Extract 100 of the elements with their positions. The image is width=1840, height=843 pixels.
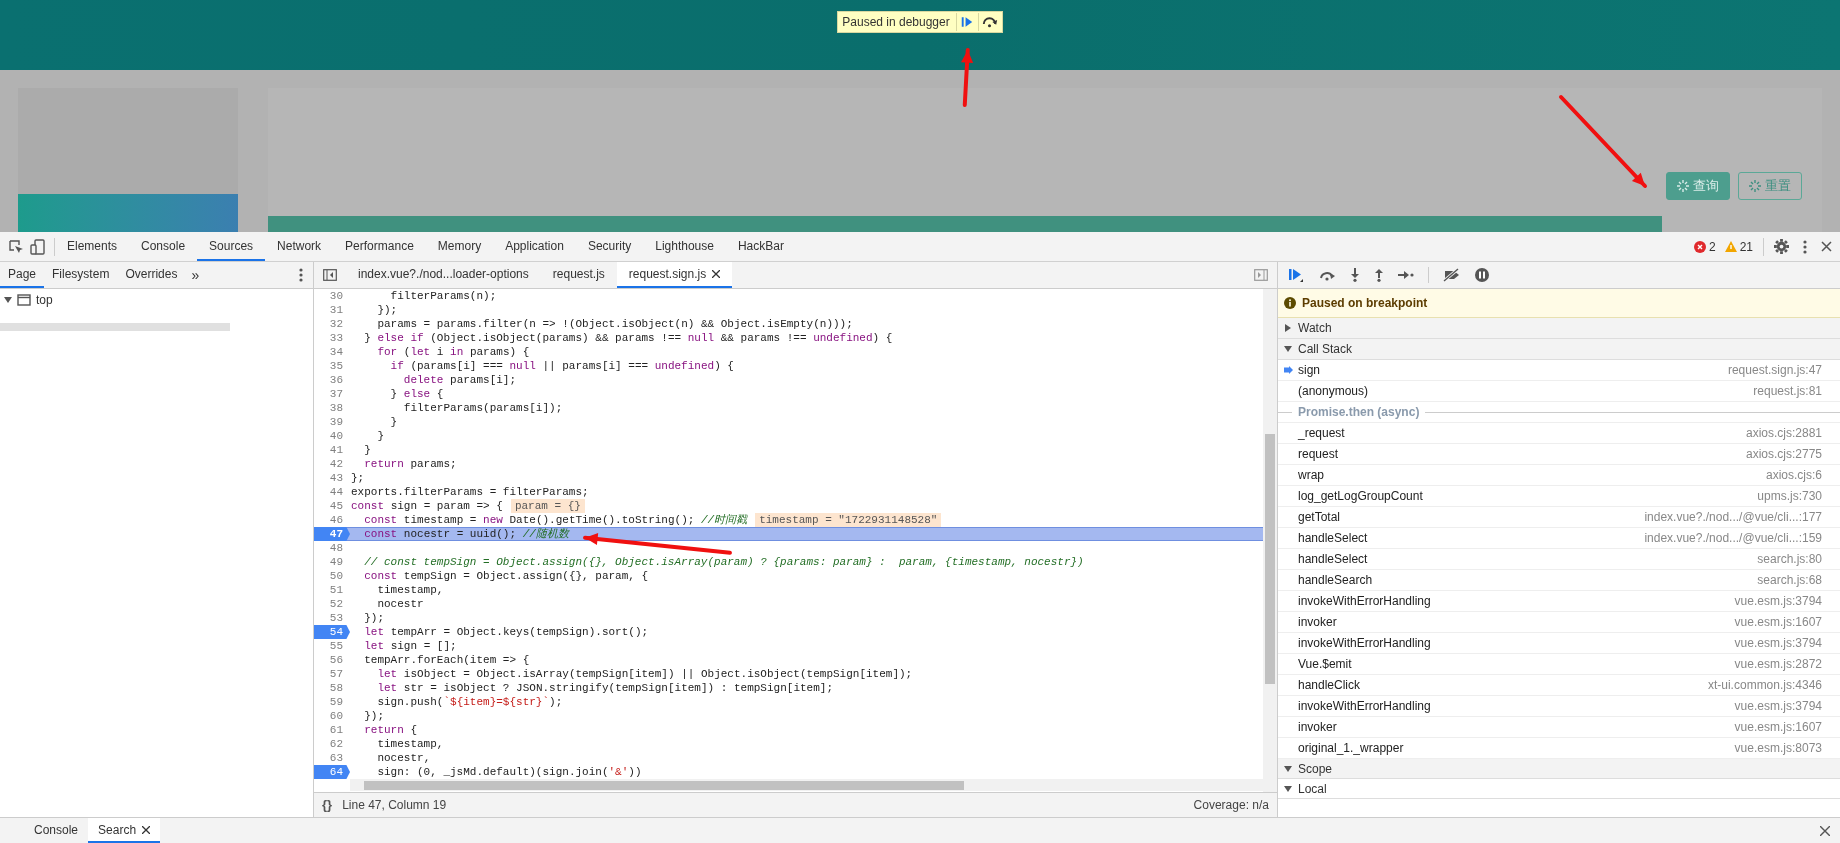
call-frame[interactable]: handleSelect search.js:80 xyxy=(1278,549,1840,570)
line-number[interactable]: 51 xyxy=(314,583,350,597)
form-button[interactable]: 查询 xyxy=(1666,172,1730,200)
line-number[interactable]: 49 xyxy=(314,555,350,569)
frame-location[interactable]: vue.esm.js:3794 xyxy=(1734,634,1822,652)
line-number[interactable]: 31 xyxy=(314,303,350,317)
call-frame[interactable]: log_getLogGroupCount upms.js:730 xyxy=(1278,486,1840,507)
call-frame[interactable]: request axios.cjs:2775 xyxy=(1278,444,1840,465)
line-number[interactable]: 46 xyxy=(314,513,350,527)
devtools-tab[interactable]: Application xyxy=(493,232,576,261)
line-number[interactable]: 37 xyxy=(314,387,350,401)
frame-location[interactable]: axios.cjs:2881 xyxy=(1745,424,1822,442)
line-number[interactable]: 61 xyxy=(314,723,350,737)
line-number[interactable]: 34 xyxy=(314,345,350,359)
inspect-icon[interactable] xyxy=(8,238,24,255)
settings-icon[interactable] xyxy=(1774,239,1789,254)
file-tab[interactable]: request.sign.js xyxy=(616,262,733,288)
resume-icon[interactable] xyxy=(1288,268,1304,282)
expanded-triangle-icon[interactable] xyxy=(1284,345,1292,353)
line-number[interactable]: 36 xyxy=(314,373,350,387)
line-number[interactable]: 38 xyxy=(314,401,350,415)
close-icon[interactable] xyxy=(142,825,151,834)
devtools-tab[interactable]: Performance xyxy=(333,232,426,261)
breakpoint-line-number[interactable]: 47 xyxy=(314,527,350,541)
devtools-tab[interactable]: Memory xyxy=(425,232,494,261)
line-number[interactable]: 35 xyxy=(314,359,350,373)
line-number[interactable]: 43 xyxy=(314,471,350,485)
line-number[interactable]: 57 xyxy=(314,667,350,681)
breakpoint-line-number[interactable]: 54 xyxy=(314,625,350,639)
call-frame[interactable]: sign request.sign.js:47 xyxy=(1278,360,1840,381)
more-options-icon[interactable] xyxy=(1803,239,1807,254)
navigator-tab[interactable]: Overrides xyxy=(117,262,186,288)
devtools-tab[interactable]: Elements xyxy=(55,232,130,261)
navigator-tab[interactable]: Filesystem xyxy=(44,262,118,288)
step-out-icon[interactable] xyxy=(1374,268,1384,282)
more-options-icon[interactable] xyxy=(299,268,303,282)
pause-on-exceptions-icon[interactable] xyxy=(1475,268,1489,282)
line-number[interactable]: 50 xyxy=(314,569,350,583)
call-frame[interactable]: invokeWithErrorHandling vue.esm.js:3794 xyxy=(1278,591,1840,612)
section-header[interactable]: Watch xyxy=(1278,318,1840,339)
line-number[interactable]: 52 xyxy=(314,597,350,611)
call-frame[interactable]: (anonymous) request.js:81 xyxy=(1278,381,1840,402)
pretty-print-button[interactable]: {} xyxy=(322,795,333,815)
vertical-scrollbar-thumb[interactable] xyxy=(1265,434,1275,684)
frame-location[interactable]: vue.esm.js:3794 xyxy=(1734,697,1822,715)
call-frame[interactable]: invoker vue.esm.js:1607 xyxy=(1278,612,1840,633)
frame-location[interactable]: search.js:68 xyxy=(1757,571,1822,589)
tree-item[interactable]: top xyxy=(0,289,313,311)
device-toolbar-icon[interactable] xyxy=(30,238,46,255)
line-number[interactable]: 42 xyxy=(314,457,350,471)
frame-location[interactable]: vue.esm.js:2872 xyxy=(1734,655,1822,673)
line-number[interactable]: 40 xyxy=(314,429,350,443)
section-header[interactable]: Call Stack xyxy=(1278,339,1840,360)
devtools-tab[interactable]: Console xyxy=(129,232,198,261)
line-number[interactable]: 56 xyxy=(314,653,350,667)
drawer-tab[interactable]: Console xyxy=(24,818,89,843)
call-frame[interactable]: wrap axios.cjs:6 xyxy=(1278,465,1840,486)
more-tabs-button[interactable]: » xyxy=(185,264,206,286)
frame-location[interactable]: request.sign.js:47 xyxy=(1727,361,1822,379)
line-number[interactable]: 60 xyxy=(314,709,350,723)
deactivate-breakpoints-icon[interactable] xyxy=(1443,268,1461,282)
line-number[interactable]: 48 xyxy=(314,541,350,555)
horizontal-scrollbar-thumb[interactable] xyxy=(364,780,964,790)
call-frame[interactable]: handleClick xt-ui.common.js:4346 xyxy=(1278,675,1840,696)
frame-location[interactable]: xt-ui.common.js:4346 xyxy=(1707,676,1822,694)
call-frame[interactable]: _request axios.cjs:2881 xyxy=(1278,423,1840,444)
frame-location[interactable]: axios.cjs:2775 xyxy=(1745,445,1822,463)
frame-location[interactable]: vue.esm.js:1607 xyxy=(1734,613,1822,631)
drawer-tab[interactable]: Search xyxy=(88,818,161,843)
collapsed-triangle-icon[interactable] xyxy=(1284,324,1292,332)
call-frame[interactable]: handleSelect index.vue?./nod.../@vue/cli...:159 xyxy=(1278,528,1840,549)
call-frame[interactable]: invokeWithErrorHandling vue.esm.js:3794 xyxy=(1278,696,1840,717)
frame-location[interactable]: vue.esm.js:3794 xyxy=(1734,592,1822,610)
frame-location[interactable]: request.js:81 xyxy=(1753,382,1822,400)
line-number[interactable]: 63 xyxy=(314,751,350,765)
step-over-icon[interactable] xyxy=(1318,269,1336,281)
frame-location[interactable]: index.vue?./nod.../@vue/cli...:159 xyxy=(1644,529,1822,547)
call-frame[interactable]: handleSearch search.js:68 xyxy=(1278,570,1840,591)
call-frame[interactable]: invoker vue.esm.js:1607 xyxy=(1278,717,1840,738)
line-number[interactable]: 53 xyxy=(314,611,350,625)
frame-location[interactable]: upms.js:730 xyxy=(1757,487,1822,505)
line-number[interactable]: 41 xyxy=(314,443,350,457)
step-over-icon[interactable] xyxy=(977,13,1000,31)
frame-location[interactable]: axios.cjs:6 xyxy=(1765,466,1822,484)
line-number[interactable]: 55 xyxy=(314,639,350,653)
file-tab[interactable]: index.vue?./nod...loader-options xyxy=(346,262,541,288)
line-number[interactable]: 59 xyxy=(314,695,350,709)
expanded-triangle-icon[interactable] xyxy=(4,296,12,304)
line-number[interactable]: 58 xyxy=(314,681,350,695)
devtools-tab[interactable]: Network xyxy=(265,232,334,261)
section-header[interactable]: Scope xyxy=(1278,759,1840,779)
line-number[interactable]: 32 xyxy=(314,317,350,331)
line-number[interactable]: 44 xyxy=(314,485,350,499)
line-number[interactable]: 62 xyxy=(314,737,350,751)
devtools-tab[interactable]: Lighthouse xyxy=(643,232,726,261)
breakpoint-line-number[interactable]: 64 xyxy=(314,765,350,779)
call-frame[interactable]: getTotal index.vue?./nod.../@vue/cli...:177 xyxy=(1278,507,1840,528)
line-number[interactable]: 33 xyxy=(314,331,350,345)
devtools-tab[interactable]: HackBar xyxy=(725,232,796,261)
close-icon[interactable] xyxy=(712,270,721,278)
